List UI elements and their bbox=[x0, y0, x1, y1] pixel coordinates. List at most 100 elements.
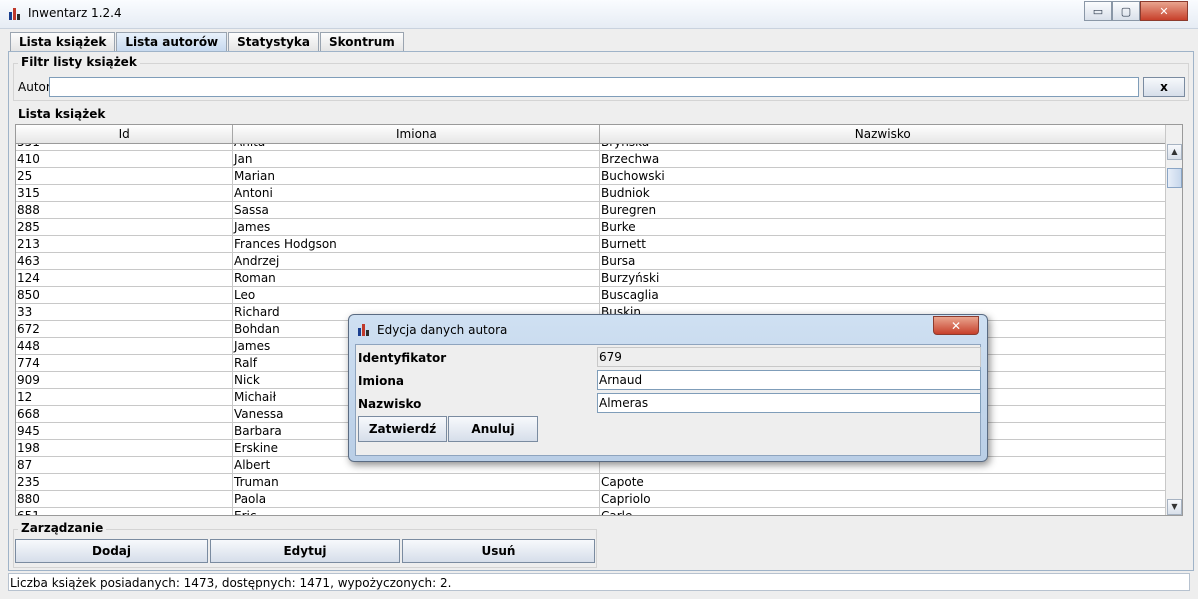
author-label: Autor bbox=[18, 80, 51, 94]
tab-bar: Lista książek Lista autorów Statystyka S… bbox=[10, 32, 405, 52]
cell-nazwisko: Burzyński bbox=[600, 270, 1166, 286]
last-name-label: Nazwisko bbox=[358, 397, 422, 411]
minimize-button[interactable]: ▭ bbox=[1084, 1, 1112, 21]
cell-nazwisko: Buregren bbox=[600, 202, 1166, 218]
table-row[interactable]: 213 Frances Hodgson Burnett bbox=[16, 236, 1166, 253]
cell-id: 213 bbox=[16, 236, 233, 252]
cell-imiona: James bbox=[233, 219, 600, 235]
cell-id: 551 bbox=[16, 144, 233, 150]
first-name-input[interactable]: Arnaud bbox=[597, 370, 981, 390]
cell-id: 315 bbox=[16, 185, 233, 201]
delete-button[interactable]: Usuń bbox=[402, 539, 595, 563]
table-header: Id Imiona Nazwisko bbox=[16, 125, 1167, 144]
cell-nazwisko: Capriolo bbox=[600, 491, 1166, 507]
tab-skontrum[interactable]: Skontrum bbox=[319, 32, 404, 51]
id-field: 679 bbox=[597, 347, 981, 367]
cell-id: 198 bbox=[16, 440, 233, 456]
clear-filter-button[interactable]: x bbox=[1143, 77, 1185, 97]
title-bar: Inwentarz 1.2.4 ▭ ▢ ✕ bbox=[0, 0, 1198, 29]
vertical-scrollbar[interactable]: ▲ ▼ bbox=[1165, 125, 1182, 515]
table-row[interactable]: 551AnitaBrynska bbox=[16, 144, 1166, 151]
authors-panel: Filtr listy książek Autor x Lista książe… bbox=[8, 51, 1194, 571]
maximize-button[interactable]: ▢ bbox=[1112, 1, 1140, 21]
window-title: Inwentarz 1.2.4 bbox=[28, 6, 122, 20]
cell-id: 651 bbox=[16, 508, 233, 515]
tab-lista-autorow[interactable]: Lista autorów bbox=[116, 32, 228, 51]
table-row[interactable]: 410 Jan Brzechwa bbox=[16, 151, 1166, 168]
cell-imiona: Sassa bbox=[233, 202, 600, 218]
dialog-body: Identyfikator 679 Imiona Arnaud Nazwisko… bbox=[355, 344, 981, 456]
cell-imiona: Truman bbox=[233, 474, 600, 490]
table-row[interactable]: 25 Marian Buchowski bbox=[16, 168, 1166, 185]
cell-id: 880 bbox=[16, 491, 233, 507]
cell-imiona: Leo bbox=[233, 287, 600, 303]
cell-imiona: Paola bbox=[233, 491, 600, 507]
cell-nazwisko: Buchowski bbox=[600, 168, 1166, 184]
cell-id: 463 bbox=[16, 253, 233, 269]
cell-id: 87 bbox=[16, 457, 233, 473]
scroll-thumb[interactable] bbox=[1167, 168, 1182, 188]
cell-id: 668 bbox=[16, 406, 233, 422]
management-group-title: Zarządzanie bbox=[18, 521, 107, 535]
cell-imiona: Andrzej bbox=[233, 253, 600, 269]
status-bar: Liczba książek posiadanych: 1473, dostęp… bbox=[8, 573, 1190, 591]
table-row[interactable]: 880 Paola Capriolo bbox=[16, 491, 1166, 508]
filter-group-title: Filtr listy książek bbox=[18, 55, 140, 69]
cell-nazwisko: Carle bbox=[600, 508, 1166, 515]
dialog-title: Edycja danych autora bbox=[377, 323, 508, 337]
cell-id: 850 bbox=[16, 287, 233, 303]
cell-id: 774 bbox=[16, 355, 233, 371]
author-filter-input[interactable] bbox=[49, 77, 1139, 97]
cell-id: 12 bbox=[16, 389, 233, 405]
column-header-nazwisko[interactable]: Nazwisko bbox=[600, 125, 1167, 143]
column-header-imiona[interactable]: Imiona bbox=[233, 125, 601, 143]
scroll-down-icon[interactable]: ▼ bbox=[1167, 499, 1182, 515]
filter-group: Filtr listy książek Autor x bbox=[13, 55, 1189, 101]
cell-id: 25 bbox=[16, 168, 233, 184]
cell-id: 285 bbox=[16, 219, 233, 235]
cell-imiona: Roman bbox=[233, 270, 600, 286]
cell-id: 33 bbox=[16, 304, 233, 320]
cell-imiona: Eric bbox=[233, 508, 600, 515]
cell-nazwisko: Budniok bbox=[600, 185, 1166, 201]
column-header-id[interactable]: Id bbox=[16, 125, 234, 143]
scroll-up-icon[interactable]: ▲ bbox=[1167, 144, 1182, 160]
cell-nazwisko: Brzechwa bbox=[600, 151, 1166, 167]
table-row[interactable]: 235 Truman Capote bbox=[16, 474, 1166, 491]
cancel-button[interactable]: Anuluj bbox=[448, 416, 538, 442]
add-button[interactable]: Dodaj bbox=[15, 539, 208, 563]
confirm-button[interactable]: Zatwierdź bbox=[358, 416, 447, 442]
tab-statystyka[interactable]: Statystyka bbox=[228, 32, 319, 51]
cell-id: 672 bbox=[16, 321, 233, 337]
table-row[interactable]: 463 Andrzej Bursa bbox=[16, 253, 1166, 270]
table-row[interactable]: 285 James Burke bbox=[16, 219, 1166, 236]
id-label: Identyfikator bbox=[358, 351, 447, 365]
table-row[interactable]: 651EricCarle bbox=[16, 508, 1166, 515]
cell-imiona: Jan bbox=[233, 151, 600, 167]
dialog-chart-icon bbox=[358, 324, 370, 336]
cell-nazwisko: Burnett bbox=[600, 236, 1166, 252]
cell-nazwisko: Capote bbox=[600, 474, 1166, 490]
list-group-title: Lista książek bbox=[15, 107, 109, 121]
cell-id: 945 bbox=[16, 423, 233, 439]
cell-id: 448 bbox=[16, 338, 233, 354]
cell-id: 235 bbox=[16, 474, 233, 490]
last-name-input[interactable]: Almeras bbox=[597, 393, 981, 413]
cell-imiona: Anita bbox=[233, 144, 600, 150]
cell-id: 124 bbox=[16, 270, 233, 286]
table-row[interactable]: 888 Sassa Buregren bbox=[16, 202, 1166, 219]
table-row[interactable]: 315 Antoni Budniok bbox=[16, 185, 1166, 202]
cell-nazwisko: Brynska bbox=[600, 144, 1166, 150]
tab-lista-ksiazek[interactable]: Lista książek bbox=[10, 32, 116, 51]
first-name-label: Imiona bbox=[358, 374, 404, 388]
cell-nazwisko: Buscaglia bbox=[600, 287, 1166, 303]
cell-id: 888 bbox=[16, 202, 233, 218]
table-row[interactable]: 850 Leo Buscaglia bbox=[16, 287, 1166, 304]
close-window-button[interactable]: ✕ bbox=[1140, 1, 1188, 21]
table-row[interactable]: 124 Roman Burzyński bbox=[16, 270, 1166, 287]
cell-id: 410 bbox=[16, 151, 233, 167]
edit-button[interactable]: Edytuj bbox=[210, 539, 400, 563]
dialog-close-button[interactable]: ✕ bbox=[933, 316, 979, 335]
app-chart-icon bbox=[9, 8, 21, 20]
cell-nazwisko: Bursa bbox=[600, 253, 1166, 269]
